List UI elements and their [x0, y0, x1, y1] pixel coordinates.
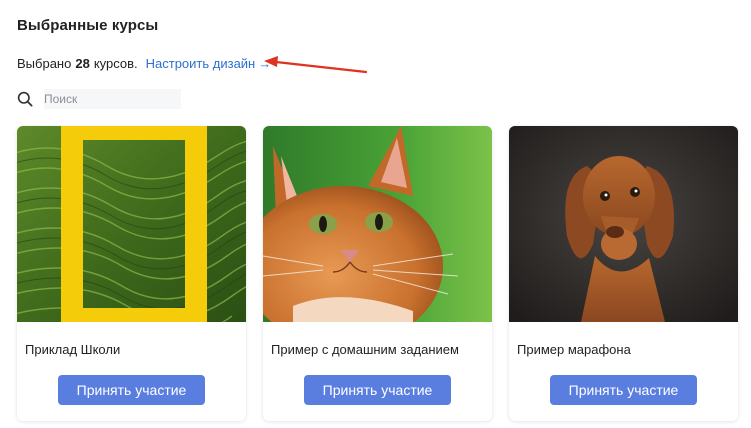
course-image-dog	[509, 126, 738, 322]
course-card[interactable]: Пример марафона Принять участие	[509, 126, 738, 421]
cat-image	[263, 126, 492, 322]
course-card[interactable]: Приклад Школи Принять участие	[17, 126, 246, 421]
search-input[interactable]	[44, 89, 181, 109]
course-card[interactable]: Пример с домашним заданием Принять участ…	[263, 126, 492, 421]
search-bar	[17, 89, 181, 109]
annotation-arrow-icon	[264, 56, 368, 74]
dog-image	[509, 126, 738, 322]
course-title: Пример марафона	[517, 342, 631, 357]
course-image-cat	[263, 126, 492, 322]
course-title: Приклад Школи	[25, 342, 121, 357]
terraces-image	[17, 126, 246, 322]
course-title: Пример с домашним заданием	[271, 342, 459, 357]
customize-design-link[interactable]: Настроить дизайн →	[146, 56, 272, 71]
selected-summary: Выбрано 28 курсов. Настроить дизайн →	[17, 56, 271, 71]
join-course-button[interactable]: Принять участие	[550, 375, 697, 405]
join-course-button[interactable]: Принять участие	[304, 375, 451, 405]
course-list: Приклад Школи Принять участие Пример с д…	[17, 126, 738, 421]
course-image-national-geographic	[17, 126, 246, 322]
search-icon	[17, 91, 33, 107]
join-course-button[interactable]: Принять участие	[58, 375, 205, 405]
customize-design-label: Настроить дизайн	[145, 56, 256, 71]
selected-count: 28	[75, 56, 90, 71]
selected-prefix: Выбрано	[17, 56, 72, 71]
selected-suffix: курсов.	[93, 56, 138, 71]
page-title: Выбранные курсы	[17, 17, 159, 34]
